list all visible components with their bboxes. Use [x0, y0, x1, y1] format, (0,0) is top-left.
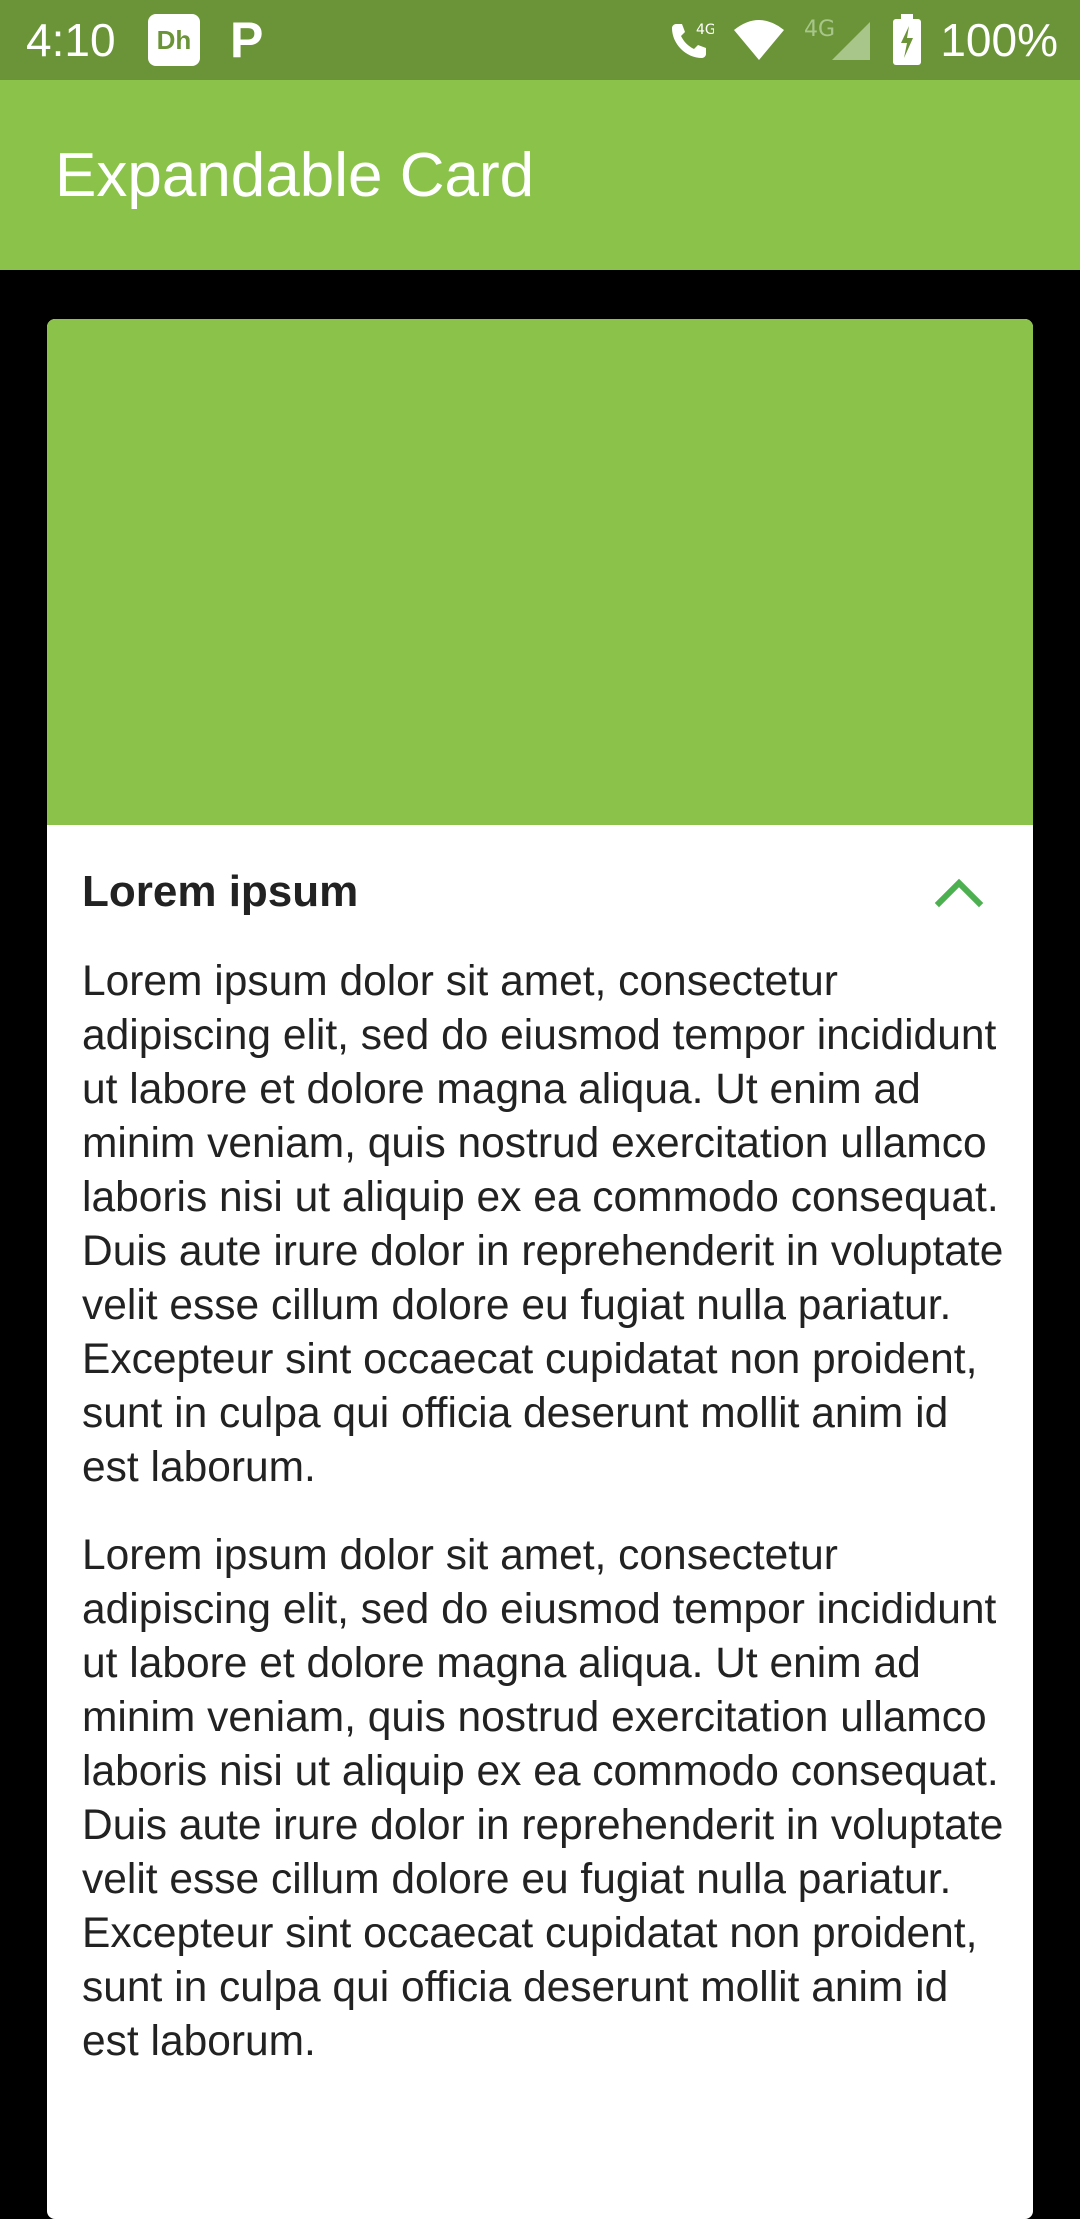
parking-notification-icon: P: [230, 12, 264, 68]
expandable-card: Lorem ipsum Lorem ipsum dolor sit amet, …: [47, 319, 1033, 2219]
cellular-signal-icon: 4G: [804, 16, 874, 64]
card-header[interactable]: Lorem ipsum: [47, 825, 1033, 955]
status-bar: 4:10 Dh P 4G 4G 100%: [0, 0, 1080, 80]
app-notification-icon: Dh: [148, 14, 200, 66]
app-bar: Expandable Card: [0, 80, 1080, 270]
card-hero-image: [47, 319, 1033, 825]
card-paragraph: Lorem ipsum dolor sit amet, consectetur …: [82, 1532, 1004, 2065]
wifi-icon: [732, 16, 786, 64]
chevron-up-icon[interactable]: [931, 869, 987, 917]
card-title: Lorem ipsum: [82, 867, 359, 916]
svg-text:4G: 4G: [804, 17, 835, 42]
wifi-calling-icon: 4G: [666, 16, 714, 64]
battery-charging-icon: [892, 14, 922, 66]
svg-text:4G: 4G: [696, 22, 714, 38]
battery-percent: 100%: [940, 14, 1058, 66]
card-paragraph: Lorem ipsum dolor sit amet, consectetur …: [82, 958, 1004, 1491]
card-body: Lorem ipsum dolor sit amet, consectetur …: [82, 955, 1012, 2103]
status-indicators: 4G 4G 100%: [666, 8, 1058, 72]
page-title: Expandable Card: [55, 141, 535, 210]
status-time: 4:10: [26, 14, 116, 66]
